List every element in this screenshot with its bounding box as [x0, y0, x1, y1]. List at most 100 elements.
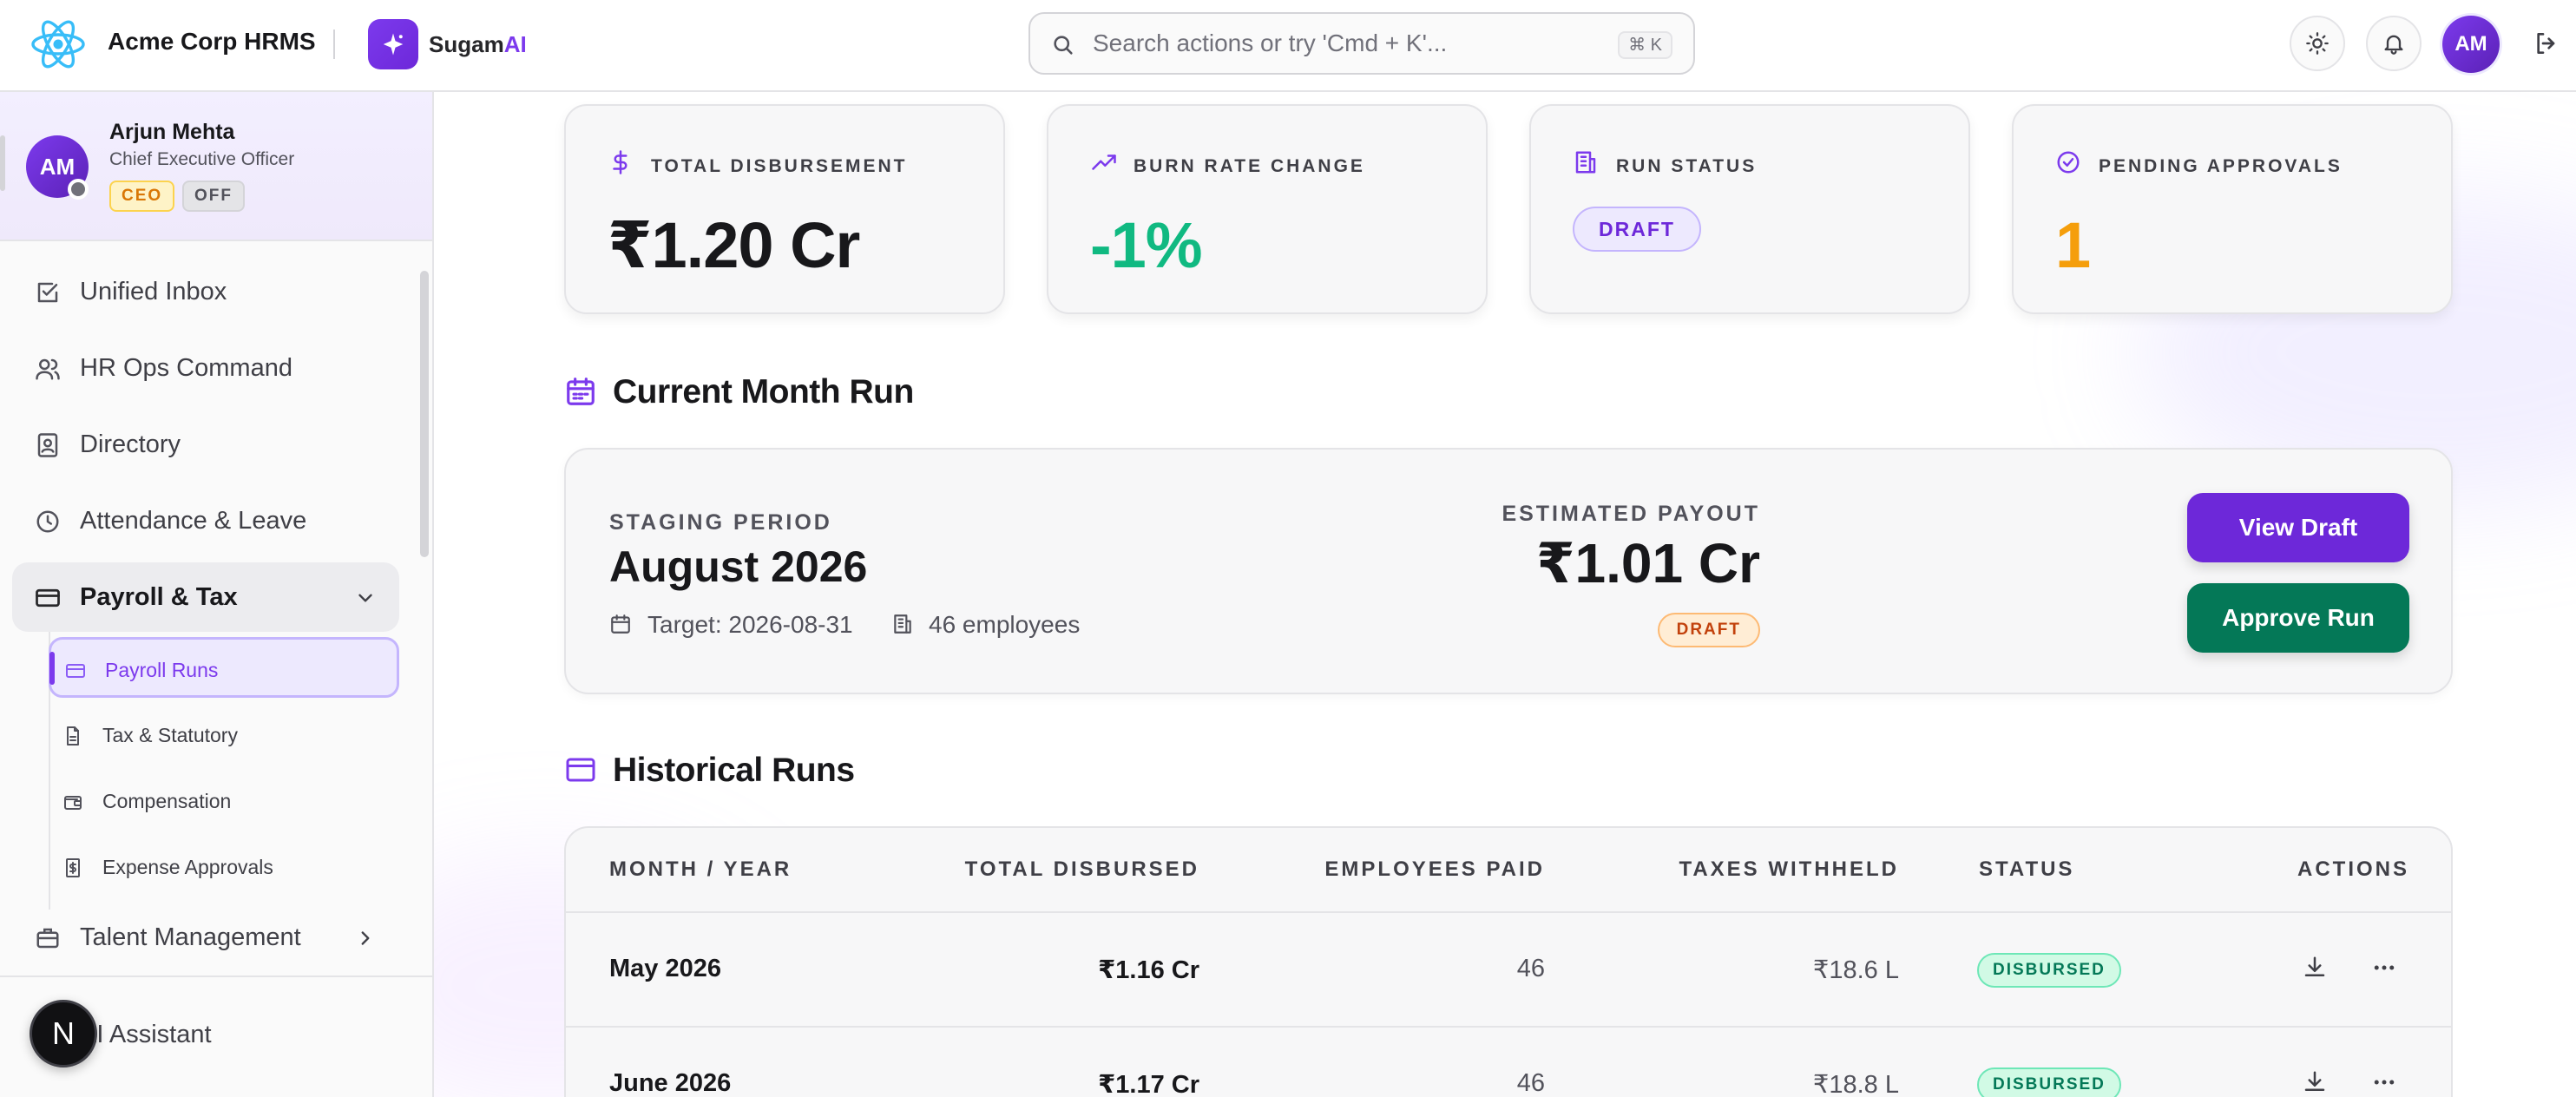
download-icon[interactable]: [2302, 955, 2328, 981]
sidebar-subitem-label: Compensation: [102, 790, 232, 812]
search-input[interactable]: [1093, 26, 1579, 61]
table-header: MONTH / YEAR TOTAL DISBURSED EMPLOYEES P…: [566, 828, 2451, 913]
sugam-suffix: AI: [503, 31, 527, 57]
calendar-small-icon: [609, 613, 632, 635]
receipt-icon: [62, 857, 83, 878]
stat-card-total-disbursement: TOTAL DISBURSEMENT ₹1.20 Cr: [564, 104, 1005, 314]
download-icon[interactable]: [2302, 1069, 2328, 1095]
cell-employees: 46: [1516, 955, 1545, 982]
sidebar-item-unified-inbox[interactable]: Unified Inbox: [12, 257, 399, 326]
search-icon: [1051, 33, 1075, 57]
ai-assistant-link[interactable]: AI Assistant: [80, 1021, 212, 1049]
sidebar-item-attendance-leave[interactable]: Attendance & Leave: [12, 486, 399, 555]
column-header: ACTIONS: [2297, 857, 2409, 881]
contact-book-icon: [35, 432, 61, 458]
stat-value: 1: [2055, 209, 2091, 281]
sidebar-item-hr-ops-command[interactable]: HR Ops Command: [12, 333, 399, 403]
bell-icon: [2382, 31, 2406, 56]
stat-label: PENDING APPROVALS: [2099, 156, 2343, 176]
view-draft-button[interactable]: View Draft: [2187, 493, 2409, 562]
status-badge[interactable]: OFF: [182, 181, 245, 212]
sidebar-item-label: Attendance & Leave: [80, 507, 307, 535]
status-badge: DISBURSED: [1977, 1067, 2121, 1097]
stat-label: BURN RATE CHANGE: [1134, 156, 1365, 176]
building-icon: [1573, 149, 1599, 175]
top-bar: Acme Corp HRMS SugamAI ⌘ K: [0, 0, 2576, 92]
presence-indicator: [68, 179, 89, 200]
cell-month: June 2026: [609, 1069, 732, 1097]
stat-label: RUN STATUS: [1616, 156, 1758, 176]
stat-card-run-status: RUN STATUS DRAFT: [1529, 104, 1970, 314]
chevron-right-icon[interactable]: [354, 927, 377, 949]
approve-run-button[interactable]: Approve Run: [2187, 583, 2409, 653]
cell-month: May 2026: [609, 955, 721, 982]
sidebar-subitem-expense-approvals[interactable]: Expense Approvals: [49, 837, 399, 897]
dollar-icon: [608, 149, 634, 175]
sparkle-icon[interactable]: [368, 19, 418, 69]
more-options-icon[interactable]: [2371, 955, 2397, 981]
credit-card-icon: [564, 757, 597, 783]
sidebar-subitem-label: Payroll Runs: [105, 659, 219, 681]
sidebar-item-label: Payroll & Tax: [80, 583, 238, 611]
column-header[interactable]: TAXES WITHHELD: [1679, 857, 1899, 882]
main-content: TOTAL DISBURSEMENT ₹1.20 Cr BURN RATE CH…: [434, 92, 2576, 1097]
sugam-prefix: Sugam: [429, 31, 504, 57]
column-header[interactable]: STATUS: [1979, 857, 2074, 882]
column-header[interactable]: EMPLOYEES PAID: [1324, 857, 1545, 882]
sidebar-item-label: Talent Management: [80, 923, 301, 951]
check-circle-icon: [2055, 149, 2081, 175]
profile-role: Chief Executive Officer: [109, 149, 295, 169]
employee-count: 46 employees: [929, 611, 1081, 638]
sidebar-item-directory[interactable]: Directory: [12, 410, 399, 479]
chevron-down-icon[interactable]: [354, 587, 377, 609]
table-row[interactable]: June 2026 ₹1.17 Cr 46 ₹18.8 L DISBURSED: [566, 1029, 2451, 1097]
table-row[interactable]: May 2026 ₹1.16 Cr 46 ₹18.6 L DISBURSED: [566, 915, 2451, 1028]
column-header[interactable]: MONTH / YEAR: [609, 857, 792, 882]
logout-icon[interactable]: [2533, 30, 2560, 57]
sidebar-item-payroll-tax[interactable]: Payroll & Tax: [12, 562, 399, 632]
sidebar-item-talent-management[interactable]: Talent Management: [12, 903, 399, 972]
building-small-icon: [890, 613, 915, 635]
column-header[interactable]: TOTAL DISBURSED: [965, 857, 1199, 882]
checkbox-icon: [35, 279, 61, 305]
period-value: August 2026: [609, 542, 868, 591]
stat-value: ₹1.20 Cr: [608, 209, 860, 281]
sidebar-subitem-compensation[interactable]: Compensation: [49, 771, 399, 831]
stat-card-burn-rate: BURN RATE CHANGE -1%: [1047, 104, 1488, 314]
clock-icon: [35, 509, 61, 535]
cell-taxes: ₹18.8 L: [1812, 1071, 1899, 1097]
shortcut-hint: ⌘ K: [1618, 31, 1672, 59]
sidebar-subitem-label: Expense Approvals: [102, 856, 273, 878]
wallet-icon: [62, 792, 83, 812]
cell-taxes: ₹18.6 L: [1812, 956, 1899, 984]
next-badge-icon[interactable]: N: [30, 1000, 97, 1067]
briefcase-icon: [35, 925, 61, 951]
sun-icon: [2305, 31, 2330, 56]
status-badge: DRAFT: [1657, 613, 1760, 647]
sidebar-scrollbar[interactable]: [420, 271, 429, 557]
status-badge: DISBURSED: [1977, 953, 2121, 988]
profile-card[interactable]: AM Arjun Mehta Chief Executive Officer C…: [0, 92, 432, 241]
period-label: STAGING PERIOD: [609, 510, 832, 535]
role-badge: CEO: [109, 181, 175, 212]
sidebar-subitem-payroll-runs[interactable]: Payroll Runs: [49, 637, 399, 698]
notifications-button[interactable]: [2366, 16, 2422, 71]
sugam-ai-label[interactable]: SugamAI: [429, 31, 527, 58]
stat-card-pending-approvals: PENDING APPROVALS 1: [2012, 104, 2453, 314]
search-bar[interactable]: ⌘ K: [1028, 12, 1695, 75]
react-logo-icon[interactable]: [30, 17, 87, 71]
theme-toggle-button[interactable]: [2290, 16, 2345, 71]
brand-name[interactable]: Acme Corp HRMS: [108, 28, 316, 56]
sidebar-divider: [0, 975, 432, 977]
payout-label: ESTIMATED PAYOUT: [1502, 502, 1760, 526]
sidebar-item-label: HR Ops Command: [80, 354, 292, 382]
user-avatar[interactable]: AM: [2442, 16, 2500, 73]
cell-total: ₹1.17 Cr: [1098, 1071, 1199, 1097]
more-options-icon[interactable]: [2371, 1069, 2397, 1095]
section-title-historical-runs: Historical Runs: [613, 752, 855, 789]
cell-total: ₹1.16 Cr: [1098, 956, 1199, 984]
target-date: Target: 2026-08-31: [647, 611, 853, 638]
stat-value: -1%: [1090, 209, 1203, 281]
current-run-card: STAGING PERIOD August 2026 Target: 2026-…: [564, 448, 2453, 694]
sidebar-subitem-tax-statutory[interactable]: Tax & Statutory: [49, 705, 399, 765]
